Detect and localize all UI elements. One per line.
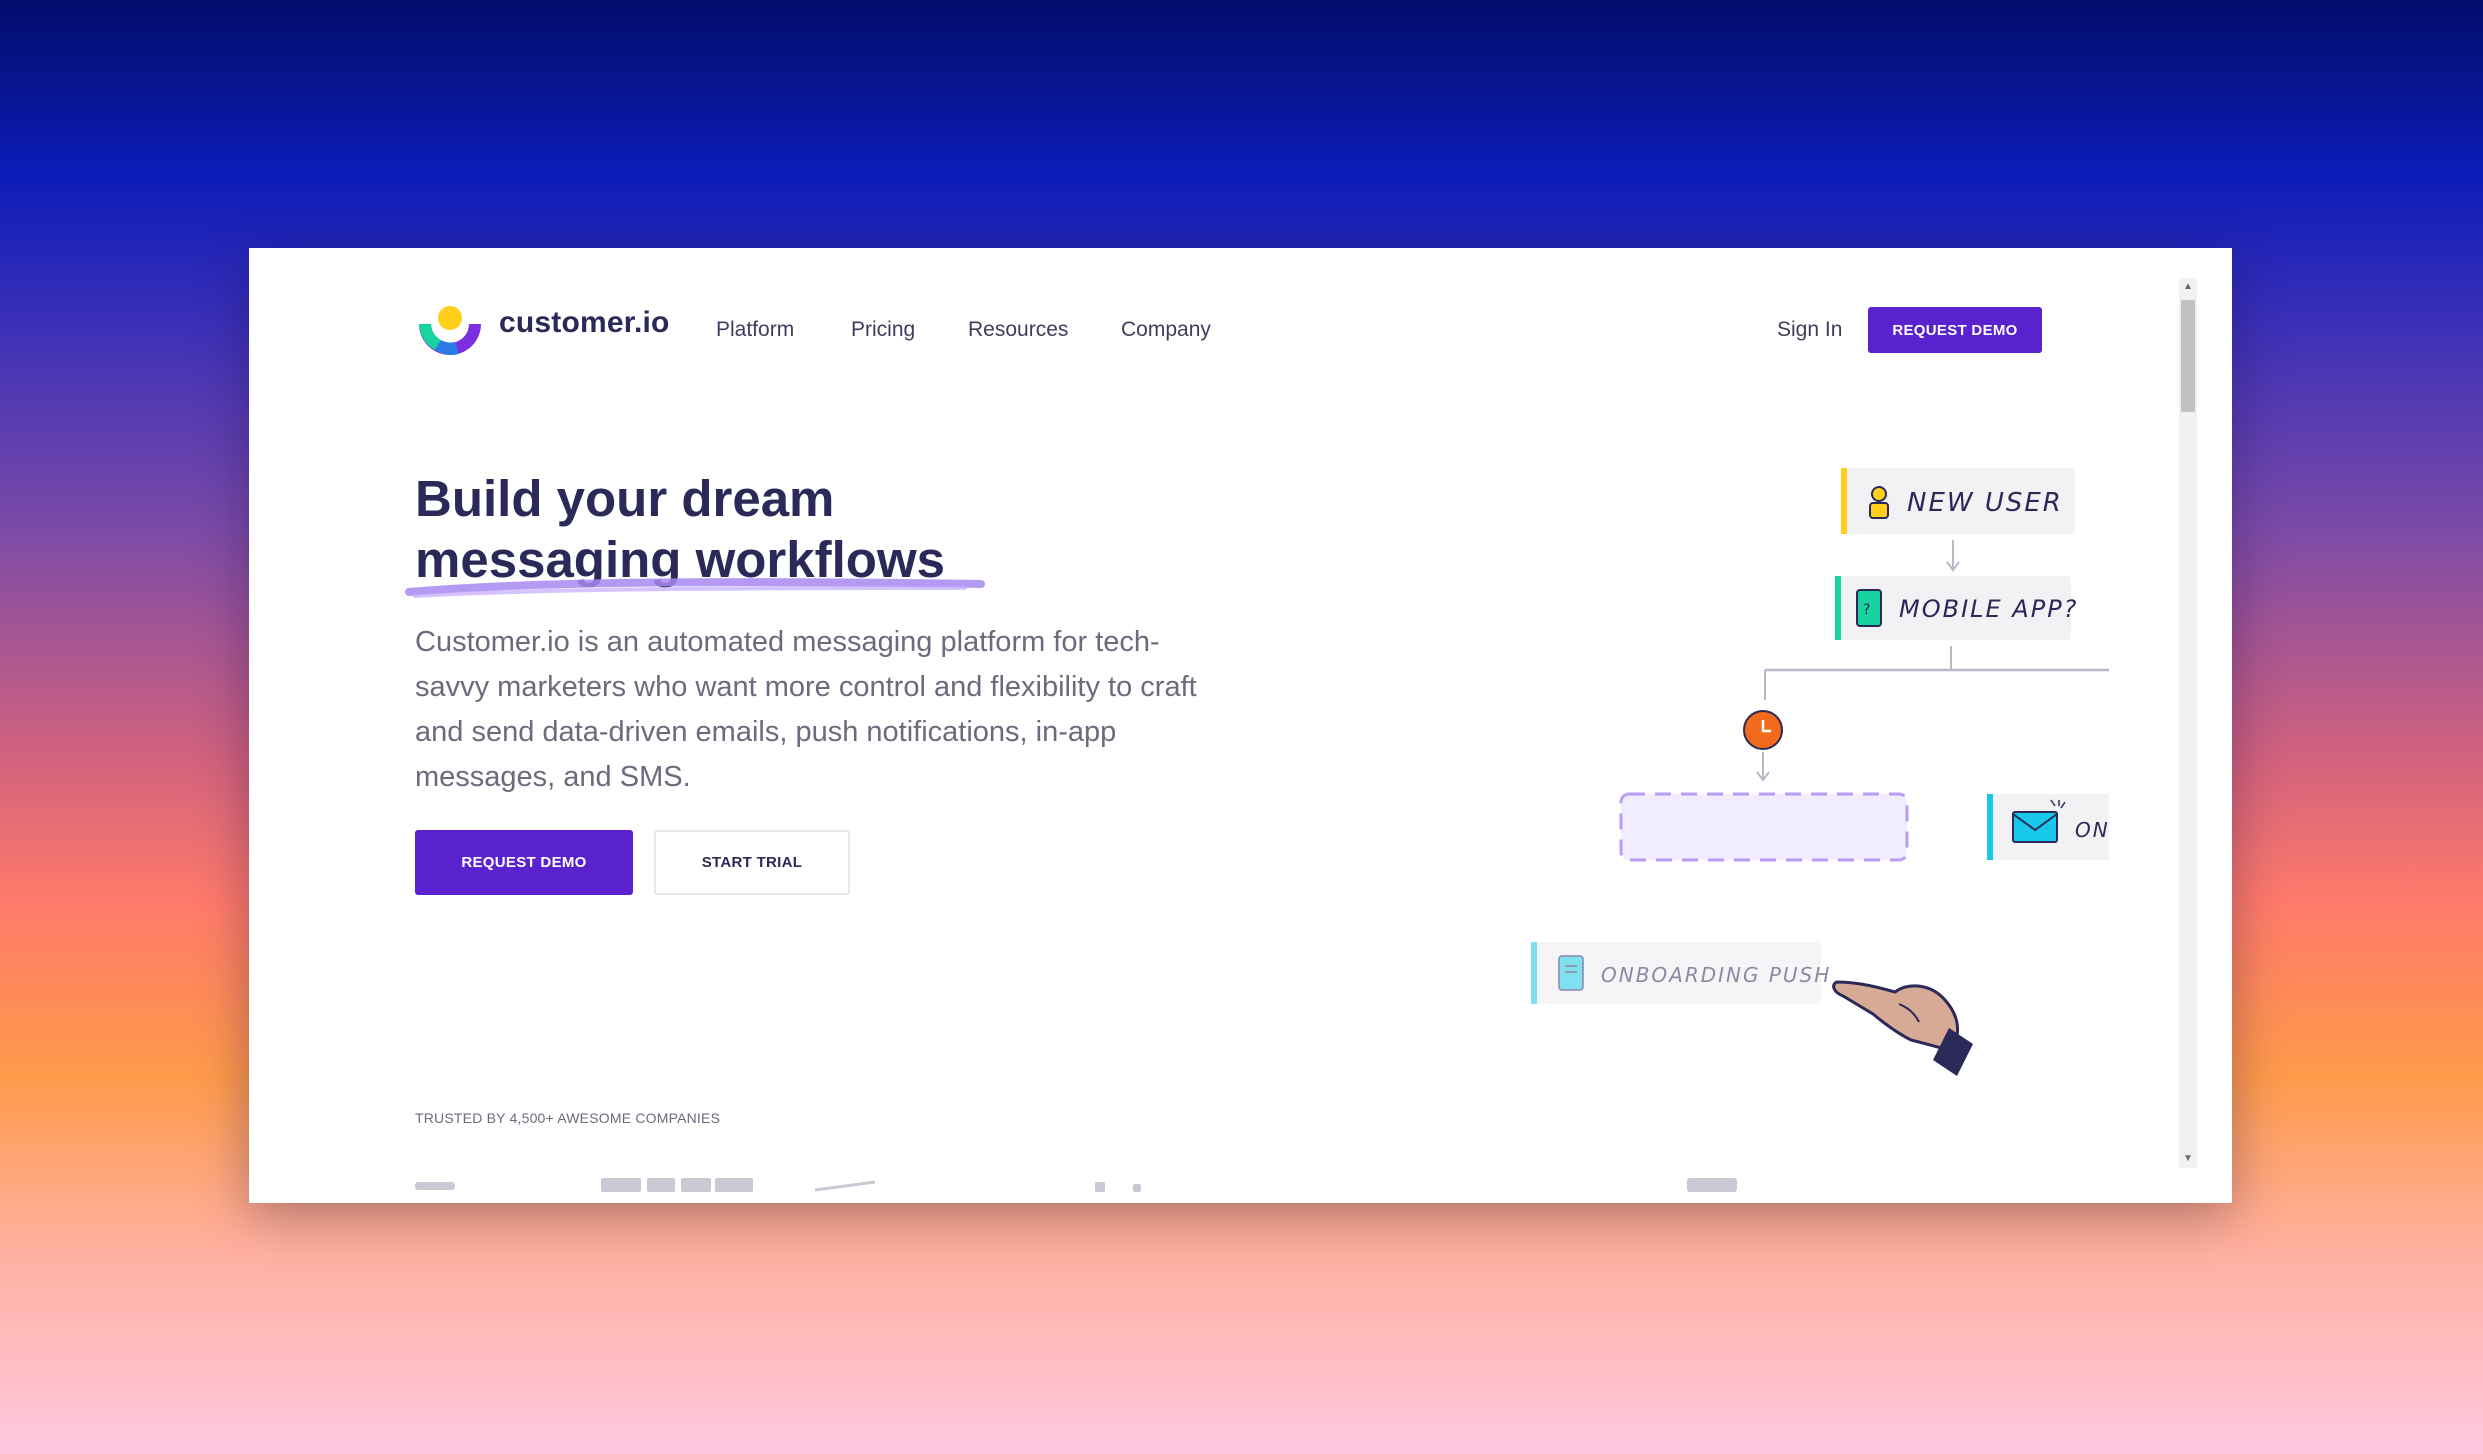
nav-pricing[interactable]: Pricing [851, 318, 915, 342]
scroll-down-arrow-icon[interactable]: ▼ [2179, 1150, 2197, 1168]
start-trial-button[interactable]: START TRIAL [654, 830, 850, 895]
notification-icon [1558, 955, 1584, 991]
brush-underline-icon [405, 578, 985, 598]
brand-name[interactable]: customer.io [499, 306, 670, 340]
scroll-up-arrow-icon[interactable]: ▲ [2179, 278, 2197, 296]
partner-logos-strip [415, 1178, 1737, 1192]
mobile-app-card: ? MOBILE APP? [1835, 576, 2078, 640]
phone-icon: ? [1856, 589, 1882, 627]
onboarding-push-label: ONBOARDING PUSH [1601, 963, 1831, 987]
onboarding-email-label: ONBOARDING EMAIL [2075, 818, 2109, 842]
nav-platform[interactable]: Platform [716, 318, 794, 342]
hero-description: Customer.io is an automated messaging pl… [415, 626, 1197, 793]
timer-icon [1743, 710, 1783, 750]
new-user-card: NEW USER [1841, 468, 2075, 534]
onboarding-email-card: ONBOARDING EMAIL [1987, 794, 2109, 860]
request-demo-button[interactable]: REQUEST DEMO [415, 830, 633, 895]
logo-icon[interactable] [415, 302, 485, 358]
empty-drop-slot [1619, 792, 1909, 862]
pointing-hand-icon [1832, 980, 1973, 1076]
nav-company[interactable]: Company [1121, 318, 1211, 342]
nav-resources[interactable]: Resources [968, 318, 1068, 342]
user-icon [1869, 486, 1889, 519]
mobile-app-label: MOBILE APP? [1899, 595, 2078, 623]
browser-window: customer.io Platform Pricing Resources C… [249, 248, 2232, 1203]
onboarding-push-card: ONBOARDING PUSH [1531, 942, 1831, 1004]
trusted-by-label: TRUSTED BY 4,500+ AWESOME COMPANIES [415, 1110, 721, 1126]
scrollbar-thumb[interactable] [2181, 300, 2195, 412]
page-title: Build your dream messaging workflows [415, 468, 945, 590]
svg-text:?: ? [1863, 602, 1870, 618]
sign-in-link[interactable]: Sign In [1777, 318, 1842, 342]
headline-line-1: Build your dream [415, 470, 835, 527]
workflow-illustration: NEW USER ? MOBILE APP? ON ONBOARDING PUS… [1531, 468, 2109, 1076]
new-user-label: NEW USER [1907, 488, 2063, 518]
nav-request-demo-button[interactable]: REQUEST DEMO [1868, 307, 2042, 353]
